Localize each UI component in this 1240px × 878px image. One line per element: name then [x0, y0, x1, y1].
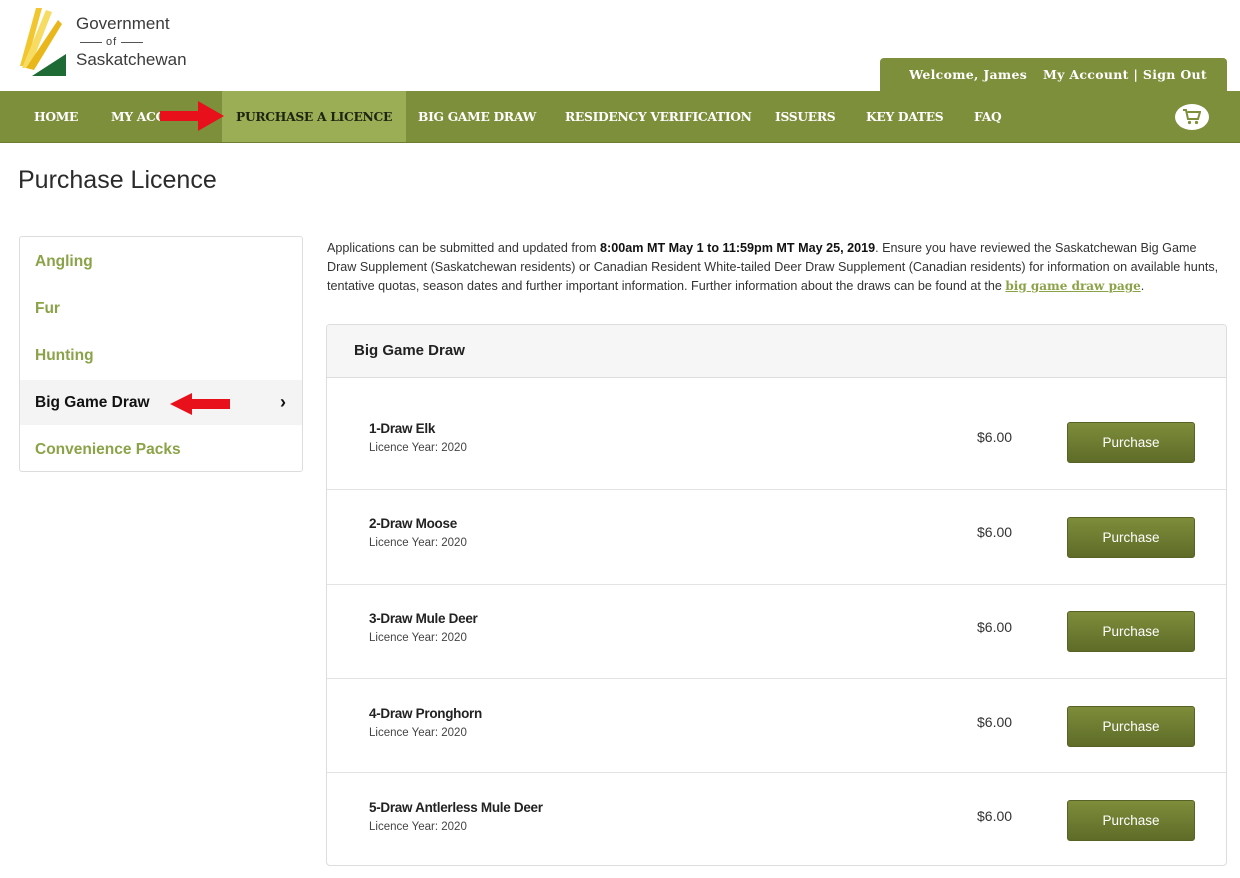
licence-name: 4-Draw Pronghorn: [369, 706, 482, 721]
page-title: Purchase Licence: [18, 166, 217, 194]
licence-name: 3-Draw Mule Deer: [369, 611, 478, 626]
licence-year: Licence Year: 2020: [369, 632, 467, 644]
licence-year: Licence Year: 2020: [369, 821, 467, 833]
purchase-button[interactable]: Purchase: [1067, 422, 1195, 463]
licence-price: $6.00: [977, 714, 1013, 730]
logo-text-saskatchewan: Saskatchewan: [76, 50, 187, 69]
licence-year: Licence Year: 2020: [369, 537, 467, 549]
licence-price: $6.00: [977, 619, 1013, 635]
licence-price: $6.00: [977, 524, 1013, 540]
big-game-draw-page-link[interactable]: big game draw page: [1005, 279, 1140, 293]
licence-year: Licence Year: 2020: [369, 442, 467, 454]
draw-info-paragraph: Applications can be submitted and update…: [327, 241, 1219, 293]
shopping-cart-icon[interactable]: [1175, 104, 1209, 130]
nav-big-game-draw[interactable]: BIG GAME DRAW: [418, 91, 536, 142]
purchase-button[interactable]: Purchase: [1067, 706, 1195, 747]
sidebar-item-big-game-draw[interactable]: Big Game Draw ›: [20, 380, 302, 425]
sidebar-item-fur[interactable]: Fur: [20, 286, 302, 331]
sign-out-link[interactable]: Sign Out: [1143, 67, 1207, 82]
nav-residency-verification[interactable]: RESIDENCY VERIFICATION: [565, 91, 752, 142]
licence-price: $6.00: [977, 429, 1013, 445]
nav-issuers[interactable]: ISSUERS: [775, 91, 836, 142]
big-game-draw-panel: Big Game Draw 1-Draw Elk Licence Year: 2…: [326, 324, 1227, 866]
logo-text-government: Government: [76, 14, 170, 33]
my-account-link[interactable]: My Account: [1043, 67, 1129, 82]
list-item: 5-Draw Antlerless Mule Deer Licence Year…: [327, 772, 1226, 865]
licence-name: 2-Draw Moose: [369, 516, 457, 531]
application-window-dates: 8:00am MT May 1 to 11:59pm MT May 25, 20…: [600, 241, 876, 255]
red-arrow-right-icon: [160, 101, 224, 131]
list-item: 2-Draw Moose Licence Year: 2020 $6.00 Pu…: [327, 489, 1226, 584]
welcome-text: Welcome, James: [909, 67, 1028, 82]
account-bar: Welcome, James My Account | Sign Out: [880, 58, 1227, 91]
licence-price: $6.00: [977, 808, 1013, 824]
list-item: 4-Draw Pronghorn Licence Year: 2020 $6.0…: [327, 678, 1226, 773]
purchase-button[interactable]: Purchase: [1067, 800, 1195, 841]
nav-home[interactable]: HOME: [34, 91, 78, 142]
nav-purchase-licence[interactable]: PURCHASE A LICENCE: [222, 91, 407, 142]
purchase-button[interactable]: Purchase: [1067, 517, 1195, 558]
wheat-logo-icon: [20, 8, 66, 76]
licence-name: 5-Draw Antlerless Mule Deer: [369, 800, 543, 815]
licence-year: Licence Year: 2020: [369, 727, 467, 739]
nav-faq[interactable]: FAQ: [974, 91, 1002, 142]
sidebar-item-label: Big Game Draw: [35, 394, 150, 411]
licence-category-sidebar: Angling Fur Hunting Big Game Draw › Conv…: [19, 236, 303, 472]
sidebar-item-angling[interactable]: Angling: [20, 239, 302, 284]
panel-title: Big Game Draw: [354, 342, 465, 359]
gov-sask-logo[interactable]: Government of Saskatchewan: [18, 6, 218, 78]
logo-text-of: of: [76, 36, 147, 48]
licence-name: 1-Draw Elk: [369, 421, 436, 436]
chevron-right-icon: ›: [280, 392, 286, 412]
account-separator: |: [1133, 67, 1139, 82]
list-item: 1-Draw Elk Licence Year: 2020 $6.00 Purc…: [327, 378, 1226, 472]
list-item: 3-Draw Mule Deer Licence Year: 2020 $6.0…: [327, 584, 1226, 679]
red-arrow-left-icon: [170, 393, 230, 415]
main-nav: HOME MY ACCOUNT PURCHASE A LICENCE BIG G…: [0, 91, 1240, 143]
purchase-button[interactable]: Purchase: [1067, 611, 1195, 652]
nav-key-dates[interactable]: KEY DATES: [866, 91, 944, 142]
sidebar-item-convenience-packs[interactable]: Convenience Packs: [20, 427, 302, 472]
panel-header: Big Game Draw: [327, 325, 1226, 378]
sidebar-item-hunting[interactable]: Hunting: [20, 333, 302, 378]
